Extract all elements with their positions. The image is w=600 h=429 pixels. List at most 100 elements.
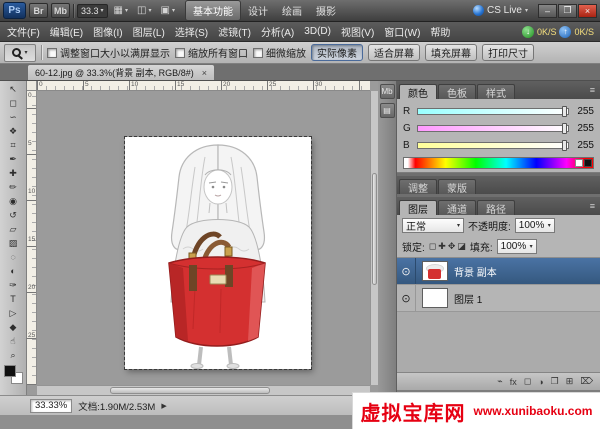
tab-adjustments[interactable]: 调整: [399, 179, 437, 194]
workspace-tab-painting[interactable]: 绘画: [275, 0, 309, 21]
workspace-tab-essentials[interactable]: 基本功能: [185, 0, 241, 21]
delete-layer-icon[interactable]: ⌦: [580, 376, 593, 387]
color-spectrum-ramp[interactable]: [403, 157, 594, 169]
zoom-level-control[interactable]: 33.3 ▾: [77, 4, 108, 18]
horizontal-ruler[interactable]: 0 5 10 15 20 25 30: [37, 81, 370, 91]
tool-move[interactable]: ↖: [1, 82, 25, 96]
status-expand-icon[interactable]: ▶: [161, 402, 166, 410]
tool-marquee[interactable]: ◻: [1, 96, 25, 110]
vertical-scrollbar[interactable]: [370, 91, 378, 385]
tab-channels[interactable]: 通道: [438, 200, 476, 215]
tool-zoom[interactable]: ⌕: [1, 348, 25, 362]
white-swatch[interactable]: [575, 159, 583, 167]
menu-3d[interactable]: 3D(D): [299, 22, 336, 41]
tool-lasso[interactable]: ∽: [1, 110, 25, 124]
resize-windows-checkbox[interactable]: [47, 48, 57, 58]
foreground-color-swatch[interactable]: [4, 365, 16, 377]
history-panel-button[interactable]: ▤: [380, 103, 395, 118]
layer-row-background-copy[interactable]: ⊙ 背景 副本: [397, 258, 600, 285]
tool-type[interactable]: T: [1, 292, 25, 306]
adjustment-layer-icon[interactable]: ◑: [538, 377, 543, 387]
tab-styles[interactable]: 样式: [477, 84, 515, 99]
menu-analysis[interactable]: 分析(A): [256, 22, 299, 41]
vertical-scrollbar-thumb[interactable]: [372, 173, 377, 285]
tool-gradient[interactable]: ▨: [1, 236, 25, 250]
tab-layers[interactable]: 图层: [399, 200, 437, 215]
red-slider-handle[interactable]: [562, 106, 567, 117]
layer-mask-icon[interactable]: ◻: [524, 376, 531, 387]
layer-group-icon[interactable]: ❐: [551, 376, 559, 387]
status-zoom-field[interactable]: 33.33%: [30, 399, 72, 413]
layer-name[interactable]: 图层 1: [454, 291, 600, 306]
blue-value[interactable]: 255: [574, 140, 594, 151]
launch-minibridge-button[interactable]: Mb: [51, 3, 70, 18]
menu-layer[interactable]: 图层(L): [128, 22, 170, 41]
tool-pen[interactable]: ✑: [1, 278, 25, 292]
new-layer-icon[interactable]: ⊞: [566, 376, 574, 387]
layer-thumbnail[interactable]: [422, 261, 448, 281]
fill-input[interactable]: 100% ▾: [497, 239, 537, 254]
arrange-documents-button[interactable]: ◫ ▾: [134, 3, 154, 19]
tab-paths[interactable]: 路径: [477, 200, 515, 215]
workspace-tab-design[interactable]: 设计: [241, 0, 275, 21]
menu-image[interactable]: 图像(I): [88, 22, 127, 41]
document-tab[interactable]: 60-12.jpg @ 33.3%(背景 副本, RGB/8#) ×: [27, 64, 215, 80]
layer-style-icon[interactable]: fx: [510, 377, 517, 387]
zoom-tool-preset-button[interactable]: ▾: [4, 44, 36, 62]
green-value[interactable]: 255: [574, 123, 594, 134]
tool-shape[interactable]: ◆: [1, 320, 25, 334]
link-layers-icon[interactable]: ⌁: [497, 376, 502, 387]
lock-pixels-icon[interactable]: ✚: [438, 241, 446, 252]
tool-brush[interactable]: ✏: [1, 180, 25, 194]
minimize-button[interactable]: –: [538, 4, 557, 18]
panel-menu-icon[interactable]: ≡: [587, 85, 598, 95]
panel-menu-icon[interactable]: ≡: [587, 201, 598, 211]
document-image[interactable]: [125, 137, 311, 369]
blend-mode-select[interactable]: 正常 ▾: [402, 218, 464, 233]
visibility-toggle[interactable]: ⊙: [397, 285, 416, 311]
minibridge-panel-button[interactable]: Mb: [380, 84, 395, 99]
horizontal-scrollbar[interactable]: [37, 385, 370, 395]
tab-masks[interactable]: 蒙版: [438, 179, 476, 194]
tool-history-brush[interactable]: ↺: [1, 208, 25, 222]
menu-edit[interactable]: 编辑(E): [45, 22, 88, 41]
black-swatch[interactable]: [584, 159, 592, 167]
screen-mode-button[interactable]: ▣ ▾: [157, 3, 177, 19]
cs-live-button[interactable]: CS Live ▾: [473, 5, 528, 16]
layer-name[interactable]: 背景 副本: [454, 264, 600, 279]
blue-slider-handle[interactable]: [562, 140, 567, 151]
tool-hand[interactable]: ☝: [1, 334, 25, 348]
green-slider[interactable]: [417, 125, 569, 132]
tool-crop[interactable]: ⌗: [1, 138, 25, 152]
print-size-button[interactable]: 打印尺寸: [482, 44, 534, 61]
tool-quick-select[interactable]: ❖: [1, 124, 25, 138]
view-extras-button[interactable]: ▦ ▾: [111, 3, 131, 19]
lock-position-icon[interactable]: ✥: [448, 241, 456, 252]
workspace-tab-photography[interactable]: 摄影: [309, 0, 343, 21]
maximize-button[interactable]: ❐: [558, 4, 577, 18]
scrubby-zoom-checkbox[interactable]: [253, 48, 263, 58]
vertical-ruler[interactable]: 0 5 10 15 20 25: [27, 91, 37, 385]
zoom-all-windows-checkbox[interactable]: [175, 48, 185, 58]
green-slider-handle[interactable]: [562, 123, 567, 134]
tool-blur[interactable]: ◌: [1, 250, 25, 264]
menu-filter[interactable]: 滤镜(T): [213, 22, 256, 41]
visibility-toggle[interactable]: ⊙: [397, 258, 416, 284]
close-button[interactable]: ×: [578, 4, 597, 18]
launch-bridge-button[interactable]: Br: [29, 3, 48, 18]
red-value[interactable]: 255: [574, 106, 594, 117]
tool-eyedropper[interactable]: ✒: [1, 152, 25, 166]
menu-file[interactable]: 文件(F): [2, 22, 45, 41]
tab-color[interactable]: 颜色: [399, 84, 437, 99]
menu-view[interactable]: 视图(V): [336, 22, 379, 41]
tool-clone-stamp[interactable]: ◉: [1, 194, 25, 208]
lock-transparent-icon[interactable]: ◻: [429, 241, 436, 252]
fit-screen-button[interactable]: 适合屏幕: [368, 44, 420, 61]
blue-slider[interactable]: [417, 142, 569, 149]
tool-dodge[interactable]: ◐: [1, 264, 25, 278]
menu-select[interactable]: 选择(S): [170, 22, 213, 41]
tool-healing[interactable]: ✚: [1, 166, 25, 180]
red-slider[interactable]: [417, 108, 569, 115]
tool-eraser[interactable]: ▱: [1, 222, 25, 236]
layer-row-layer1[interactable]: ⊙ 图层 1: [397, 285, 600, 312]
